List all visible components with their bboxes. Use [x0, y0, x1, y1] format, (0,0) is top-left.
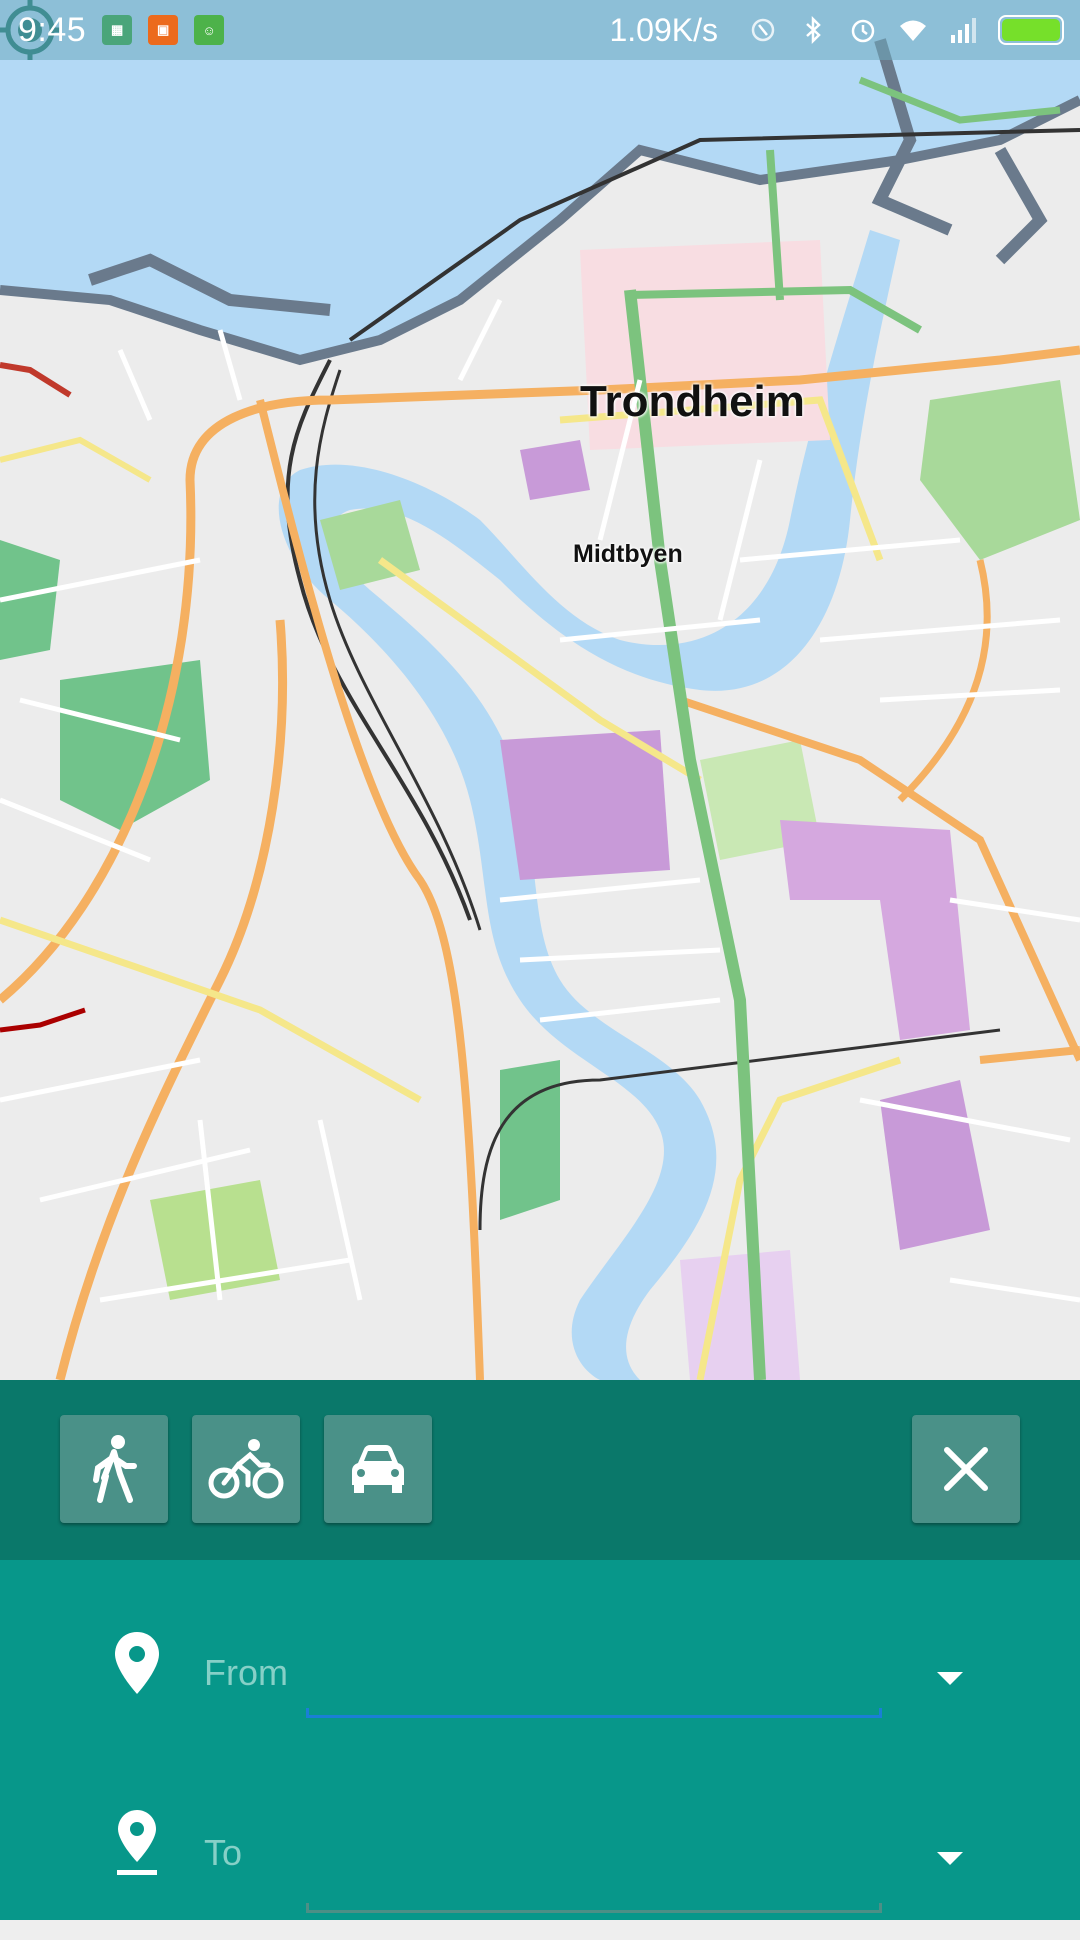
alarm-icon: [851, 19, 875, 43]
to-dropdown-icon[interactable]: [937, 1852, 963, 1865]
battery-level: [1002, 19, 1060, 41]
signal-icon: [951, 18, 976, 43]
location-pin-icon: [115, 1632, 159, 1694]
city-label: Trondheim: [580, 377, 805, 426]
bike-mode-button[interactable]: [192, 1415, 300, 1523]
android-app-icon: ☺: [194, 15, 225, 45]
close-icon: [944, 1447, 988, 1491]
destination-pin-icon: [117, 1810, 157, 1875]
district-label: Midtbyen: [573, 540, 683, 568]
map-canvas: [0, 0, 1080, 1380]
from-dropdown-icon[interactable]: [937, 1672, 963, 1685]
battery-icon: [998, 15, 1064, 45]
status-icons: 1.09K/s: [609, 0, 1064, 60]
car-mode-button[interactable]: [324, 1415, 432, 1523]
shop-app-icon: ▣: [148, 15, 179, 45]
route-mode-toolbar: [0, 1380, 1080, 1560]
status-time: 9:45: [18, 10, 87, 49]
route-form: From To: [0, 1560, 1080, 1920]
close-route-button[interactable]: [912, 1415, 1020, 1523]
from-row: From: [0, 1630, 1080, 1760]
nfc-icon: [751, 18, 775, 42]
status-bar: 9:45 ▦ ▣ ☺ 1.09K/s: [0, 0, 1080, 60]
car-icon: [352, 1445, 404, 1493]
from-input-underline: [306, 1708, 882, 1718]
bluetooth-icon: [806, 15, 821, 45]
net-speed: 1.09K/s: [609, 11, 718, 48]
from-input[interactable]: From: [204, 1652, 288, 1694]
to-input[interactable]: To: [204, 1832, 242, 1874]
map-app-icon: ▦: [102, 15, 133, 45]
bike-icon: [208, 1439, 284, 1499]
map-view[interactable]: Trondheim Midtbyen: [0, 0, 1080, 1380]
walk-icon: [93, 1435, 137, 1503]
to-row: To: [0, 1810, 1080, 1940]
walk-mode-button[interactable]: [60, 1415, 168, 1523]
to-input-underline: [306, 1903, 882, 1913]
wifi-icon: [900, 20, 926, 41]
